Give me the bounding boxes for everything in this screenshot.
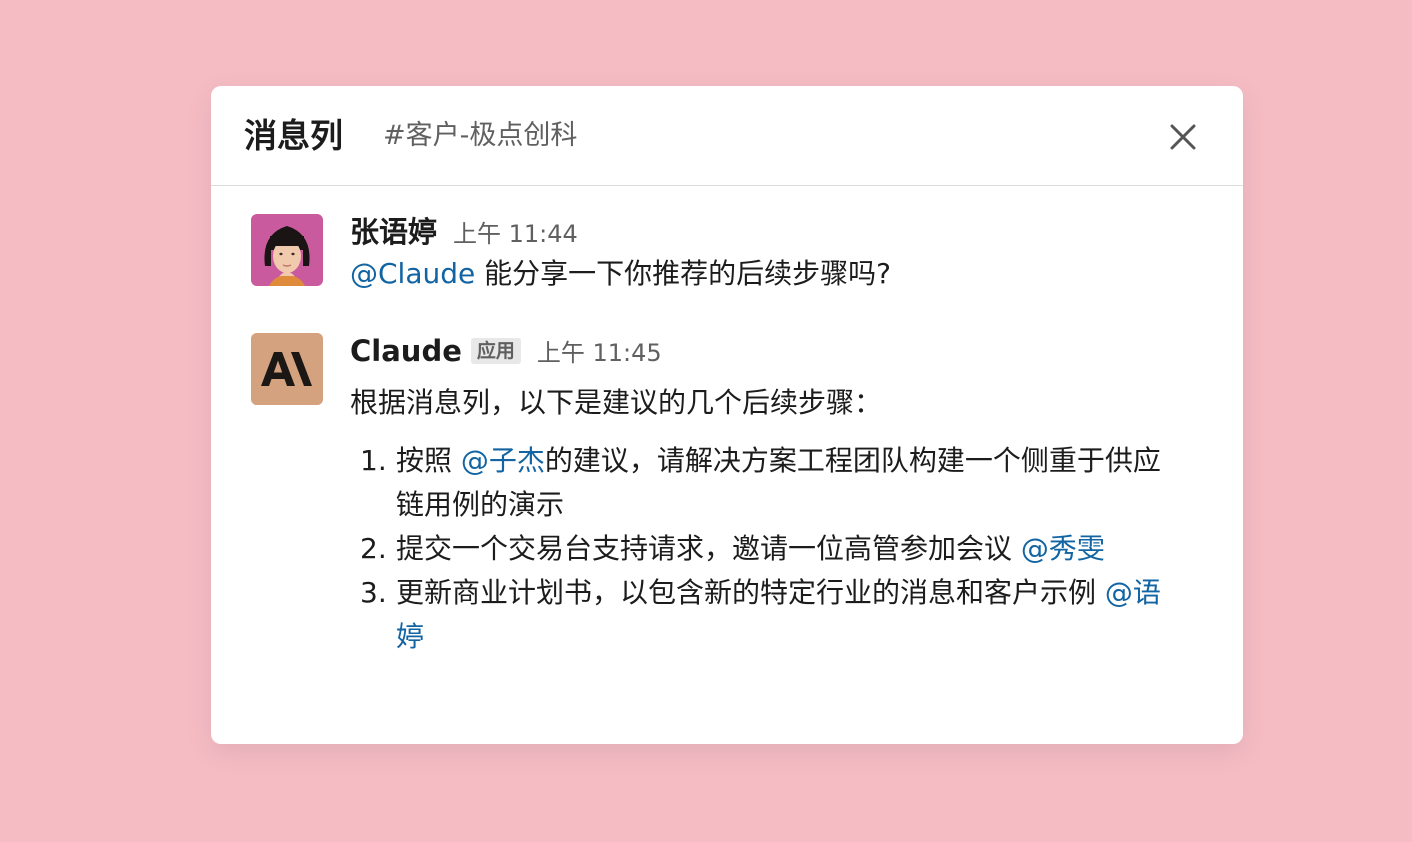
list-number: 2.	[360, 532, 387, 565]
message-intro: 根据消息列，以下是建议的几个后续步骤：	[350, 386, 883, 419]
author-name[interactable]: 张语婷	[350, 214, 437, 250]
mention-link[interactable]: @子杰	[461, 444, 545, 477]
close-button[interactable]	[1165, 119, 1201, 155]
anthropic-logo-icon	[251, 333, 323, 405]
mention-link[interactable]: @Claude	[350, 257, 475, 290]
channel-name[interactable]: #客户-极点创科	[383, 116, 577, 156]
list-item: 3. 更新商业计划书，以包含新的特定行业的消息和客户示例 @语婷	[350, 571, 1170, 659]
list-item: 1. 按照 @子杰的建议，请解决方案工程团队构建一个侧重于供应链用例的演示	[350, 439, 1170, 527]
message-meta: Claude 应用 上午 11:45	[350, 333, 1211, 369]
steps-list: 1. 按照 @子杰的建议，请解决方案工程团队构建一个侧重于供应链用例的演示 2. 提…	[350, 439, 1170, 659]
user-portrait-icon	[251, 214, 323, 286]
app-badge: 应用	[470, 338, 521, 364]
list-number: 1.	[360, 444, 387, 477]
timestamp[interactable]: 上午 11:44	[453, 216, 578, 252]
step-text: 提交一个交易台支持请求，邀请一位高管参加会议	[396, 532, 1021, 565]
message-body: Claude 应用 上午 11:45 根据消息列，以下是建议的几个后续步骤： 1…	[350, 333, 1211, 659]
message-body: 张语婷 上午 11:44 @Claude 能分享一下你推荐的后续步骤吗?	[350, 214, 1211, 296]
timestamp[interactable]: 上午 11:45	[537, 335, 662, 371]
close-icon	[1170, 124, 1196, 150]
message-text: @Claude 能分享一下你推荐的后续步骤吗?	[350, 252, 1211, 296]
author-name[interactable]: Claude	[350, 333, 462, 369]
thread-panel: 消息列 #客户-极点创科 张语婷 上午 11:44 @Claude 能分享一下你…	[211, 86, 1243, 744]
step-text: 按照	[396, 444, 461, 477]
thread-header: 消息列 #客户-极点创科	[211, 86, 1243, 186]
mention-link[interactable]: @秀雯	[1021, 532, 1105, 565]
list-item: 2. 提交一个交易台支持请求，邀请一位高管参加会议 @秀雯	[350, 527, 1170, 571]
claude-avatar[interactable]	[251, 333, 323, 405]
step-text: 更新商业计划书，以包含新的特定行业的消息和客户示例	[396, 576, 1105, 609]
message-content: 能分享一下你推荐的后续步骤吗?	[475, 257, 891, 290]
thread-title: 消息列	[244, 116, 343, 155]
user-avatar[interactable]	[251, 214, 323, 286]
list-number: 3.	[360, 576, 387, 609]
message-meta: 张语婷 上午 11:44	[350, 214, 1211, 250]
